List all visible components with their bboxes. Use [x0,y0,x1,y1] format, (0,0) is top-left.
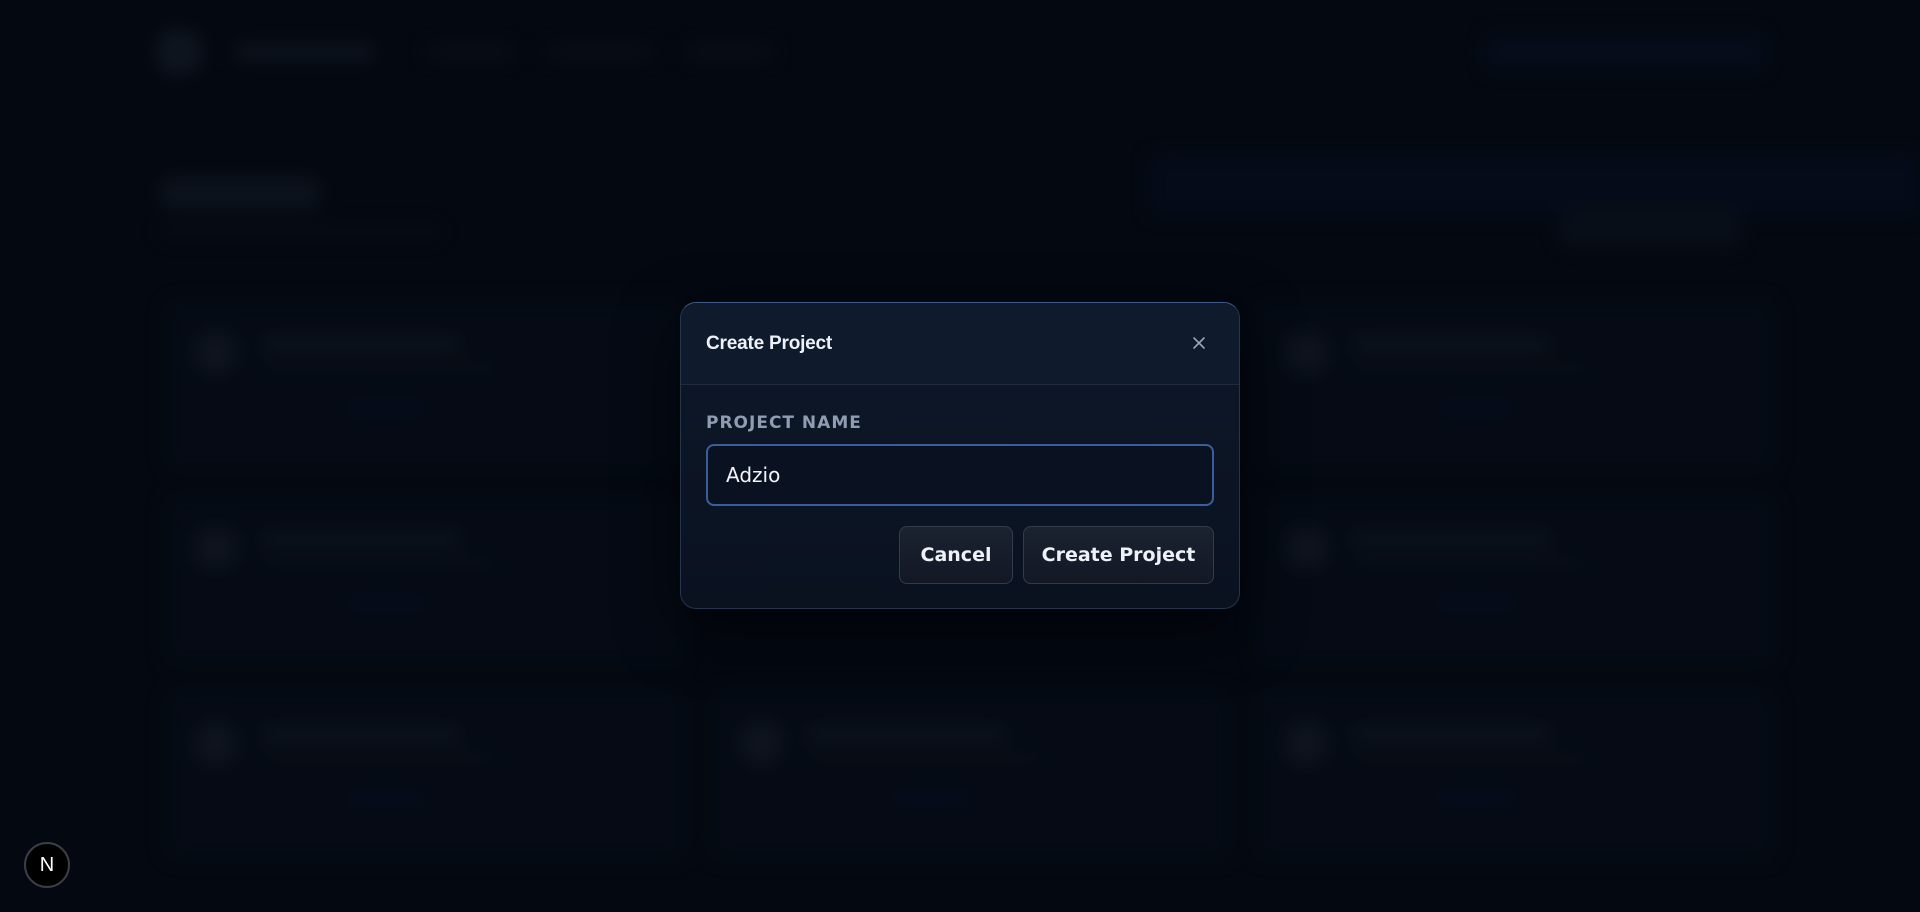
cancel-button[interactable]: Cancel [899,526,1013,584]
close-button[interactable] [1189,333,1209,353]
create-project-button[interactable]: Create Project [1023,526,1214,584]
create-project-dialog: Create Project PROJECT NAME Cancel Creat… [680,302,1240,609]
project-name-label: PROJECT NAME [706,413,862,433]
dialog-title: Create Project [706,333,833,354]
dialog-header: Create Project [681,303,1239,385]
nextjs-dev-indicator[interactable]: N [24,842,70,888]
close-icon [1193,337,1205,349]
nextjs-logo-icon: N [39,853,55,876]
project-name-input[interactable] [706,444,1214,506]
